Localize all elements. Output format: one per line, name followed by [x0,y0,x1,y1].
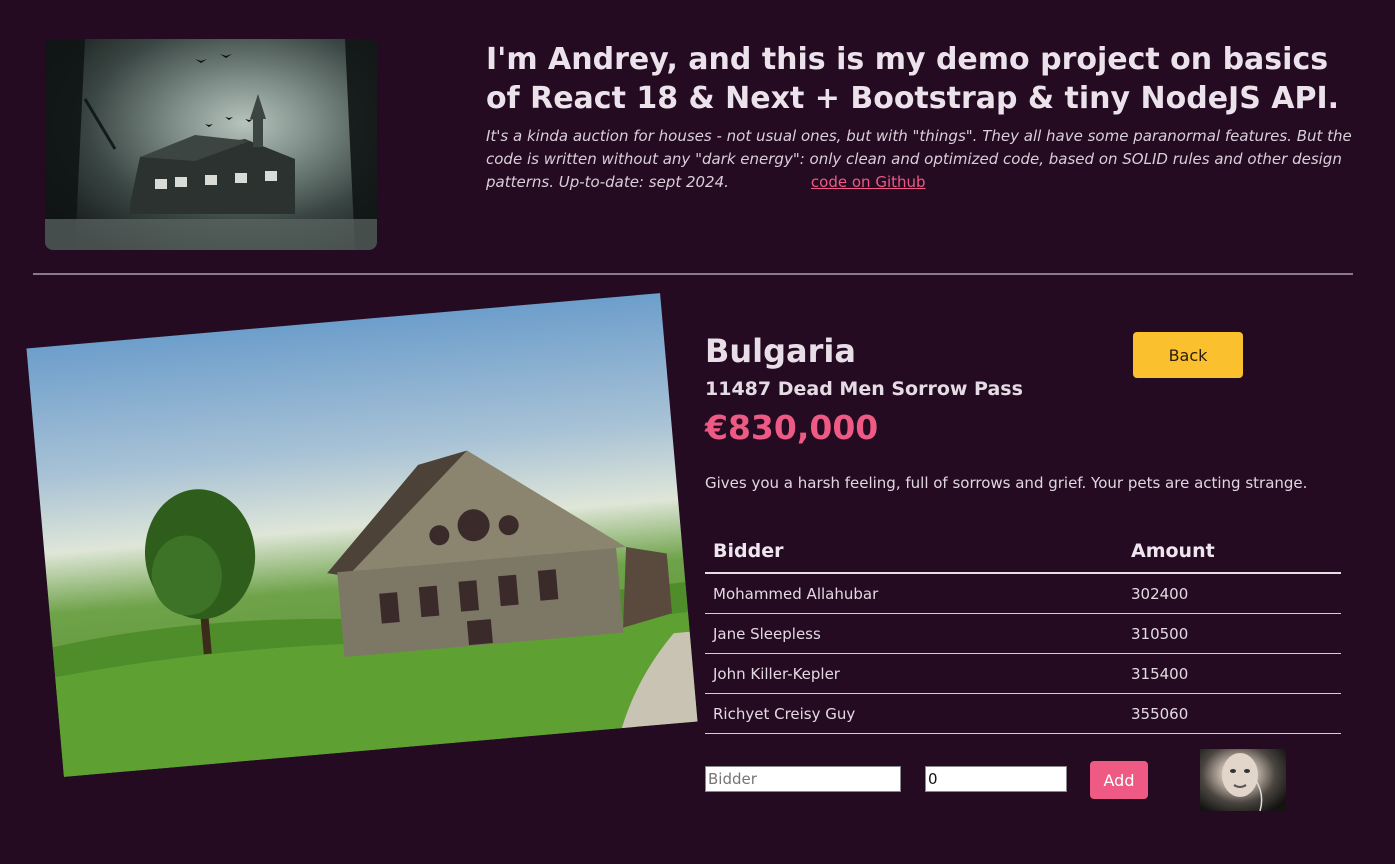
house-photo [26,293,698,777]
amount-cell: 315400 [1123,653,1341,694]
back-button[interactable]: Back [1133,332,1243,378]
column-header-amount: Amount [1123,530,1341,574]
github-link[interactable]: code on Github [811,173,926,191]
page-title: I'm Andrey, and this is my demo project … [486,42,1340,116]
table-row: Richyet Creisy Guy 355060 [705,693,1341,734]
table-row: John Killer-Kepler 315400 [705,653,1341,694]
add-bid-button[interactable]: Add [1090,761,1148,799]
section-divider [33,273,1353,275]
bidder-cell: John Killer-Kepler [705,653,1123,694]
header-haunted-house-image [45,39,377,250]
bids-table: Bidder Amount Mohammed Allahubar 302400 … [705,530,1341,734]
bidder-input[interactable] [705,766,901,792]
ghost-face-image [1200,749,1286,811]
amount-cell: 355060 [1123,693,1341,734]
house-country: Bulgaria [705,332,856,370]
amount-cell: 310500 [1123,613,1341,654]
house-price: €830,000 [705,408,879,447]
amount-input[interactable] [925,766,1067,792]
table-row: Mohammed Allahubar 302400 [705,573,1341,614]
house-description: Gives you a harsh feeling, full of sorro… [705,474,1308,492]
intro-text: It's a kinda auction for houses - not us… [486,125,1356,194]
column-header-bidder: Bidder [705,530,1123,574]
bidder-cell: Richyet Creisy Guy [705,693,1123,734]
house-address: 11487 Dead Men Sorrow Pass [705,378,1023,400]
amount-cell: 302400 [1123,573,1341,614]
bidder-cell: Jane Sleepless [705,613,1123,654]
table-header-row: Bidder Amount [705,530,1341,574]
bidder-cell: Mohammed Allahubar [705,573,1123,614]
table-row: Jane Sleepless 310500 [705,613,1341,654]
